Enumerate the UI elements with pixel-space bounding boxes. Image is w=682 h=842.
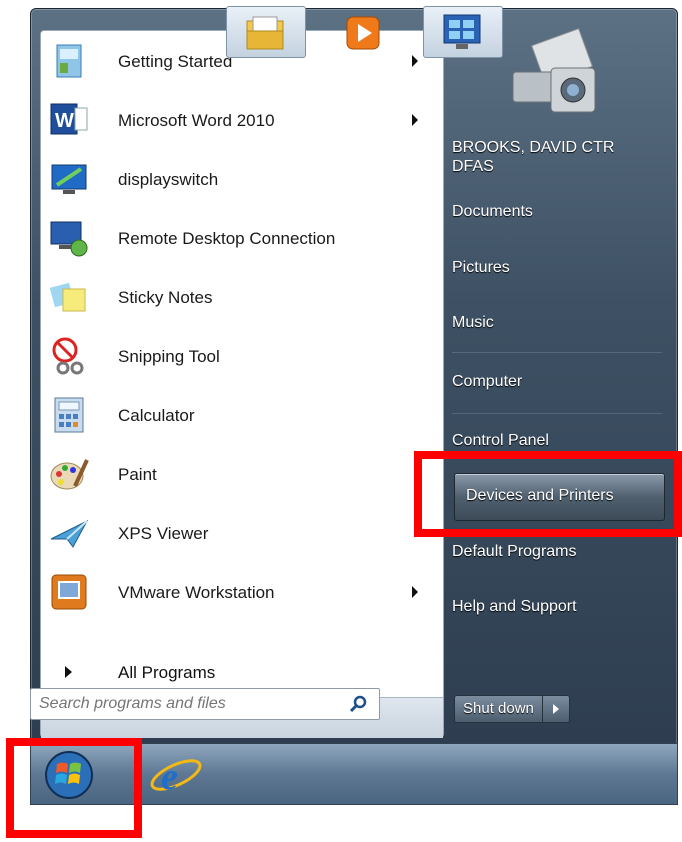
program-label: Snipping Tool xyxy=(118,347,220,366)
search-icon[interactable] xyxy=(349,694,369,714)
search-box[interactable] xyxy=(30,688,380,720)
user-name-line2: DFAS xyxy=(452,158,494,175)
user-name[interactable]: BROOKS, DAVID CTR DFAS xyxy=(452,138,614,176)
music-link[interactable]: Music xyxy=(452,314,494,332)
program-label: Remote Desktop Connection xyxy=(118,229,336,248)
submenu-arrow-icon[interactable] xyxy=(412,586,418,598)
search-input[interactable] xyxy=(37,692,341,716)
snipping-tool-icon xyxy=(52,337,84,375)
taskbar-control-button[interactable] xyxy=(423,6,503,58)
program-label: VMware Workstation xyxy=(118,583,275,602)
paint-icon xyxy=(50,459,89,490)
program-label: Microsoft Word 2010 xyxy=(118,111,275,130)
highlight-box-devices-printers xyxy=(414,451,682,537)
program-word[interactable]: W Microsoft Word 2010 xyxy=(41,92,443,150)
display-switch-icon xyxy=(51,164,87,194)
program-label: Calculator xyxy=(118,406,195,425)
programs-pane: Getting Started W Microsoft Word 2010 di… xyxy=(40,30,444,738)
help-support-link[interactable]: Help and Support xyxy=(452,598,577,616)
word-icon: W xyxy=(50,103,88,135)
program-label: XPS Viewer xyxy=(118,524,209,543)
shutdown-options-arrow-icon[interactable] xyxy=(542,695,570,723)
remote-desktop-taskbar-icon xyxy=(443,14,481,49)
expand-arrow-icon xyxy=(65,666,72,678)
divider xyxy=(452,352,662,353)
user-picture-camera-icon xyxy=(512,28,596,113)
calculator-icon xyxy=(54,397,84,433)
program-xps-viewer[interactable]: XPS Viewer xyxy=(41,505,443,563)
submenu-arrow-icon[interactable] xyxy=(412,55,418,67)
svg-text:W: W xyxy=(55,110,74,132)
program-vmware[interactable]: VMware Workstation xyxy=(41,564,443,622)
divider xyxy=(452,413,662,414)
pictures-link[interactable]: Pictures xyxy=(452,259,510,277)
taskbar-explorer-button[interactable] xyxy=(226,6,306,58)
program-label: Sticky Notes xyxy=(118,288,213,307)
program-remote-desktop[interactable]: Remote Desktop Connection xyxy=(41,210,443,268)
taskbar-media-player-button[interactable] xyxy=(324,6,404,58)
program-label: Paint xyxy=(118,465,157,484)
submenu-arrow-icon[interactable] xyxy=(412,114,418,126)
folder-icon xyxy=(246,16,284,50)
program-snipping-tool[interactable]: Snipping Tool xyxy=(41,328,443,386)
highlight-box-start-button xyxy=(6,738,142,838)
remote-desktop-icon xyxy=(50,221,88,257)
computer-link[interactable]: Computer xyxy=(452,373,522,391)
svg-text:e: e xyxy=(161,756,178,797)
media-player-icon xyxy=(346,16,380,50)
documents-link[interactable]: Documents xyxy=(452,203,533,221)
default-programs-link[interactable]: Default Programs xyxy=(452,543,577,561)
sticky-notes-icon xyxy=(49,282,86,312)
xps-viewer-icon xyxy=(50,519,89,548)
internet-explorer-icon[interactable]: e xyxy=(146,753,206,797)
vmware-icon xyxy=(51,574,87,610)
getting-started-icon xyxy=(56,44,82,78)
user-name-line1: BROOKS, DAVID CTR xyxy=(452,139,615,156)
program-label: Getting Started xyxy=(118,52,233,71)
program-label: displayswitch xyxy=(118,170,219,189)
shutdown-control: Shut down xyxy=(454,695,570,723)
program-displayswitch[interactable]: displayswitch xyxy=(41,151,443,209)
program-calculator[interactable]: Calculator xyxy=(41,387,443,445)
program-paint[interactable]: Paint xyxy=(41,446,443,504)
shutdown-button[interactable]: Shut down xyxy=(454,695,543,723)
program-sticky-notes[interactable]: Sticky Notes xyxy=(41,269,443,327)
control-panel-link[interactable]: Control Panel xyxy=(452,432,549,450)
